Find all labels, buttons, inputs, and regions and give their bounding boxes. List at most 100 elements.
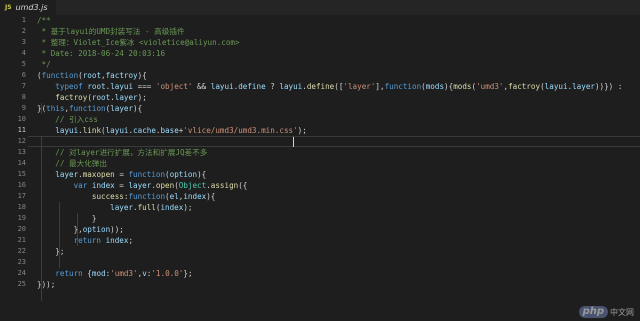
code-token: layer bbox=[110, 203, 134, 212]
code-token: ){ bbox=[444, 82, 454, 91]
code-token: ){ bbox=[133, 104, 143, 113]
code-token: })); bbox=[37, 280, 56, 289]
code-token: function bbox=[128, 170, 166, 179]
code-token: typeof bbox=[55, 82, 83, 91]
code-token: layer bbox=[55, 170, 79, 179]
line-number: 4 bbox=[21, 49, 26, 57]
code-line[interactable]: }(this,function(layer){ bbox=[37, 103, 142, 114]
code-line[interactable]: typeof root.layui === 'object' && layui.… bbox=[37, 81, 627, 92]
code-token: layer bbox=[114, 93, 138, 102]
code-token: // 引入css bbox=[55, 115, 98, 124]
code-token: }; bbox=[183, 269, 193, 278]
line-number: 24 bbox=[17, 269, 26, 277]
code-token: function bbox=[41, 71, 79, 80]
code-line[interactable]: layer.maxopen = function(option){ bbox=[37, 169, 206, 180]
code-line[interactable]: * 基于layui的UMD封装写法 - 高级插件 bbox=[37, 26, 185, 37]
code-line[interactable]: /** bbox=[37, 15, 51, 26]
code-line[interactable]: })); bbox=[37, 279, 55, 290]
code-token: index bbox=[105, 236, 129, 245]
code-line[interactable]: factroy(root.layer); bbox=[37, 92, 146, 103]
line-number: 3 bbox=[21, 38, 26, 46]
code-token: ({ bbox=[238, 181, 248, 190]
code-editor[interactable]: 1 2 3 4 5 6 7 8 9 10 11 12 13 14 15 16 17 18 19 20 21 22 23 24 2… bbox=[0, 15, 640, 321]
code-line[interactable]: return {mod:'umd3',v:'1.0.0'}; bbox=[37, 268, 193, 279]
code-token: assign bbox=[210, 181, 239, 190]
code-token: layer bbox=[128, 181, 152, 190]
line-number: 11 bbox=[17, 126, 26, 134]
line-number: 7 bbox=[21, 82, 26, 90]
code-line[interactable]: (function(root,factroy){ bbox=[37, 70, 147, 81]
code-token: base bbox=[160, 126, 179, 135]
code-token: ? bbox=[265, 82, 280, 91]
code-token: 'layer' bbox=[343, 82, 376, 91]
code-token: 'umd3' bbox=[110, 269, 138, 278]
code-line[interactable]: // 最大化弹出 bbox=[37, 158, 107, 169]
code-line[interactable]: * Date: 2018-06-24 20:03:16 bbox=[37, 48, 165, 59]
code-token: layer bbox=[572, 82, 595, 91]
code-line[interactable]: var index = layer.open(Object.assign({ bbox=[37, 180, 248, 191]
code-token: }( bbox=[37, 104, 47, 113]
code-token: }; bbox=[37, 247, 65, 256]
line-number: 16 bbox=[17, 181, 26, 189]
code-line[interactable]: }; bbox=[37, 246, 64, 257]
code-token: return bbox=[73, 236, 102, 245]
code-token: ], bbox=[375, 82, 385, 91]
line-number: 12 bbox=[17, 137, 26, 145]
php-logo-badge: php bbox=[578, 306, 608, 318]
code-line[interactable]: // 对layer进行扩展，方法和扩展JQ差不多 bbox=[37, 147, 207, 158]
code-token: option bbox=[169, 170, 198, 179]
line-number: 21 bbox=[17, 236, 26, 244]
tab-umd3-js[interactable]: JS umd3.js bbox=[0, 0, 56, 15]
code-token: } bbox=[37, 214, 97, 223]
code-token: layui bbox=[279, 82, 303, 91]
code-token: index bbox=[160, 203, 184, 212]
code-token: function bbox=[69, 104, 106, 113]
code-token: cache bbox=[133, 126, 156, 135]
line-number: 2 bbox=[21, 27, 26, 35]
code-line[interactable]: */ bbox=[37, 59, 51, 70]
code-line[interactable]: },option)); bbox=[37, 224, 124, 235]
code-token: layui bbox=[110, 82, 134, 91]
code-line[interactable]: return index; bbox=[37, 235, 133, 246]
line-number: 15 bbox=[17, 170, 26, 178]
code-token: ){ bbox=[137, 71, 147, 80]
code-line[interactable]: success:function(el,index){ bbox=[37, 191, 216, 202]
current-line-highlight bbox=[28, 136, 640, 147]
code-token: 'vlice/umd3/umd3.min.css' bbox=[183, 126, 298, 135]
code-token: index bbox=[91, 181, 115, 190]
line-number: 20 bbox=[17, 225, 26, 233]
code-token: success bbox=[91, 192, 124, 201]
watermark: php 中文网 bbox=[578, 306, 634, 318]
code-line[interactable]: layui.link(layui.cache.base+'vlice/umd3/… bbox=[37, 125, 307, 136]
code-token: && bbox=[192, 82, 211, 91]
code-line[interactable]: * 整理：Violet_Ice紫冰 <violetice@aliyun.com> bbox=[37, 37, 240, 48]
code-token: factroy bbox=[55, 93, 88, 102]
code-token: mods bbox=[453, 82, 472, 91]
text-cursor bbox=[293, 137, 294, 147]
line-number: 6 bbox=[21, 71, 26, 79]
line-number: 8 bbox=[21, 93, 26, 101]
code-token: === bbox=[133, 82, 156, 91]
code-token: index bbox=[183, 192, 207, 201]
code-token: var bbox=[73, 181, 88, 190]
code-line[interactable]: } bbox=[37, 213, 97, 224]
code-token: root bbox=[87, 82, 106, 91]
code-token: layer bbox=[110, 104, 134, 113]
code-token: 'object' bbox=[155, 82, 193, 91]
code-token: ); bbox=[297, 126, 307, 135]
code-line[interactable]: // 引入css bbox=[37, 114, 98, 125]
javascript-file-icon: JS bbox=[5, 4, 12, 11]
code-token: el bbox=[169, 192, 179, 201]
code-token: * Date: 2018-06-24 20:03:16 bbox=[37, 49, 166, 58]
code-token: 'umd3' bbox=[476, 82, 504, 91]
code-token: return bbox=[55, 269, 83, 278]
code-line[interactable]: layer.full(index); bbox=[37, 202, 192, 213]
line-number: 17 bbox=[17, 192, 26, 200]
code-token: mods bbox=[425, 82, 445, 91]
line-number: 14 bbox=[17, 159, 26, 167]
